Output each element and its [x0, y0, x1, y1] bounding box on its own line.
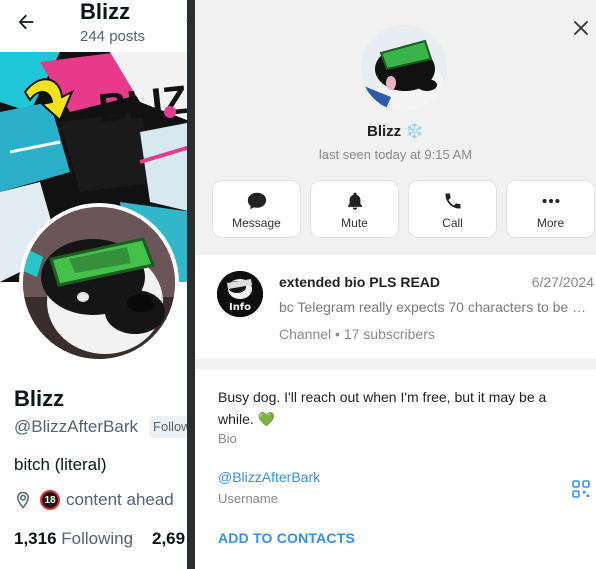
- tg-avatar-art: [361, 25, 447, 111]
- profile-bio: bitch (literal): [14, 455, 107, 474]
- profile-stats: 1,316 Following 2,69: [14, 529, 185, 549]
- action-buttons: Message Mute Call More: [212, 180, 596, 238]
- bio-text-block: Busy dog. I'll reach out when I'm free, …: [218, 386, 578, 430]
- close-icon: [574, 21, 588, 35]
- message-icon: [247, 192, 266, 210]
- back-button[interactable]: [10, 6, 42, 38]
- channel-avatar-art: Info: [217, 271, 263, 317]
- profile-top-bar: Blizz 244 posts a: [0, 0, 192, 52]
- channel-subscribers: Channel • 17 subscribers: [279, 326, 435, 342]
- telegram-name: Blizz ❄️: [195, 122, 596, 140]
- profile-name: Blizz: [14, 386, 65, 411]
- telegram-user-info-panel: Blizz ❄️ last seen today at 9:15 AM Mess…: [195, 0, 596, 569]
- call-button[interactable]: Call: [408, 180, 497, 238]
- following-link[interactable]: 1,316 Following: [14, 529, 133, 548]
- last-seen-status: last seen today at 9:15 AM: [318, 147, 473, 162]
- profile-location: 18 content ahead: [14, 490, 174, 510]
- channel-avatar-text: Info: [229, 302, 251, 313]
- mute-button-label: Mute: [341, 216, 368, 230]
- profile-avatar[interactable]: [19, 203, 179, 363]
- message-button-label: Message: [232, 216, 281, 230]
- username-link[interactable]: @BlizzAfterBark: [218, 469, 320, 485]
- user-header-card: Blizz ❄️ last seen today at 9:15 AM Mess…: [195, 0, 596, 252]
- phone-icon: [445, 193, 460, 209]
- user-info-section: Busy dog. I'll reach out when I'm free, …: [195, 369, 596, 569]
- telegram-name-text: Blizz: [366, 123, 402, 140]
- following-label: Following: [61, 529, 134, 548]
- linked-channel-row[interactable]: Info extended bio PLS READ 6/27/2024 bc …: [195, 255, 596, 359]
- add-to-contacts-button[interactable]: ADD TO CONTACTS: [218, 530, 355, 546]
- snowflake-icon: ❄️: [405, 123, 425, 140]
- channel-date: 6/27/2024: [531, 274, 594, 290]
- window-divider: [187, 0, 195, 569]
- follows-you-badge: Follows you: [149, 416, 192, 438]
- profile-handle: @BlizzAfterBark: [14, 417, 139, 436]
- mute-button[interactable]: Mute: [310, 180, 399, 238]
- more-icon: [542, 198, 559, 204]
- location-pin-icon: [16, 491, 30, 509]
- adult-content-badge: 18: [40, 490, 60, 510]
- avatar-art: [23, 207, 175, 359]
- more-button[interactable]: More: [506, 180, 595, 238]
- following-count: 1,316: [14, 529, 57, 548]
- bio-label: Bio: [218, 431, 237, 446]
- channel-title: extended bio PLS READ: [279, 274, 441, 290]
- close-button[interactable]: [573, 20, 595, 42]
- profile-header-title: Blizz: [80, 0, 131, 24]
- green-heart-icon: 💚: [257, 411, 276, 427]
- location-text: content ahead: [66, 490, 174, 509]
- call-button-label: Call: [442, 216, 463, 230]
- profile-pane: Blizz 244 posts a BLIZZ: [0, 0, 192, 569]
- username-label: Username: [218, 491, 278, 506]
- arrow-left-icon: [18, 14, 34, 30]
- message-button[interactable]: Message: [212, 180, 301, 238]
- telegram-avatar[interactable]: [361, 25, 447, 111]
- qr-code-icon: [572, 480, 590, 498]
- bell-icon: [347, 192, 362, 210]
- channel-avatar: Info: [217, 271, 263, 317]
- posts-count: 244 posts: [80, 28, 146, 45]
- followers-count[interactable]: 2,69: [152, 529, 185, 548]
- more-button-label: More: [536, 216, 565, 230]
- qr-code-button[interactable]: [572, 480, 590, 498]
- channel-last-message: bc Telegram really expects 70 characters…: [279, 299, 591, 315]
